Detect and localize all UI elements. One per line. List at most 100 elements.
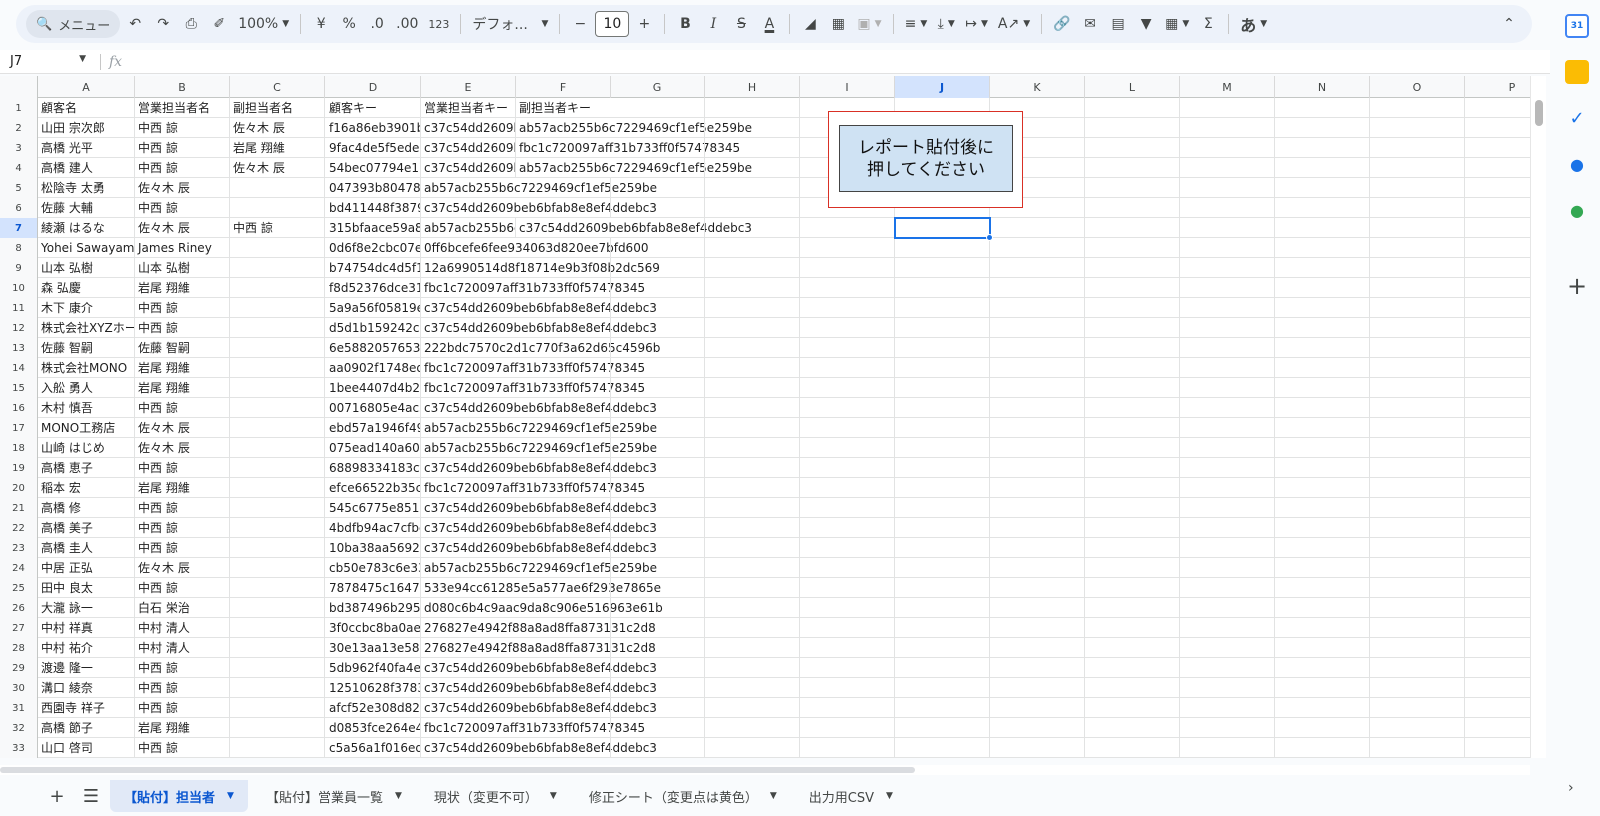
cell[interactable]	[610, 518, 705, 538]
cell[interactable]	[705, 598, 800, 618]
cell[interactable]: 岩尾 翔維	[135, 278, 230, 298]
cell[interactable]	[705, 398, 800, 418]
cell[interactable]	[1370, 318, 1465, 338]
cell[interactable]	[610, 98, 705, 118]
cell[interactable]	[1370, 198, 1465, 218]
cell[interactable]	[1275, 658, 1370, 678]
cell[interactable]	[516, 598, 611, 618]
cell[interactable]	[1180, 418, 1275, 438]
cell[interactable]: 533e94cc61285e5a577ae6f293e7865e	[421, 578, 661, 598]
calendar-icon[interactable]: 31	[1565, 14, 1589, 38]
cell[interactable]: 綾瀬 はるな	[38, 218, 135, 238]
cell[interactable]: 222bdc7570c2d1c770f3a62d65c4596b	[421, 338, 660, 358]
cell[interactable]: f16a86eb3901bb	[326, 118, 421, 138]
horizontal-align-icon[interactable]: ≡ ▼	[901, 10, 932, 38]
cell[interactable]	[1085, 398, 1180, 418]
sheet-tab[interactable]: 修正シート（変更点は黄色） ▼	[575, 780, 791, 812]
currency-format-button[interactable]: ¥	[308, 10, 334, 38]
cell[interactable]: 高橋 恵子	[38, 458, 135, 478]
cell[interactable]: 3f0ccbc8ba0aec	[326, 618, 421, 638]
cell[interactable]: 顧客キー	[326, 98, 421, 118]
cell[interactable]: 岩尾 翔維	[230, 138, 325, 158]
cell[interactable]	[1085, 258, 1180, 278]
cell[interactable]	[230, 638, 325, 658]
cell[interactable]	[1275, 718, 1370, 738]
row-header[interactable]: 25	[0, 578, 38, 598]
maps-icon[interactable]: ●	[1565, 198, 1589, 222]
cell[interactable]	[1085, 578, 1180, 598]
cell[interactable]: 0ff6bcefe6fee934063d820ee7bfd600	[421, 238, 648, 258]
cell[interactable]	[230, 378, 325, 398]
cell[interactable]: fbc1c720097aff31b733ff0f57478345	[421, 378, 645, 398]
cell[interactable]: 佐々木 辰	[135, 558, 230, 578]
cell[interactable]: 白石 栄治	[135, 598, 230, 618]
row-header[interactable]: 29	[0, 658, 38, 678]
keep-icon[interactable]	[1565, 60, 1589, 84]
cell[interactable]	[705, 298, 800, 318]
cell[interactable]: b74754dc4d5f1b	[326, 258, 421, 278]
cell[interactable]: 12a6990514d8f18714e9b3f08b2dc569	[421, 258, 660, 278]
cell[interactable]	[610, 538, 705, 558]
cell[interactable]	[800, 318, 895, 338]
cell[interactable]: c37c54dd2609be	[421, 118, 516, 138]
cell[interactable]	[1085, 298, 1180, 318]
row-header[interactable]: 12	[0, 318, 38, 338]
cell[interactable]: bd387496b2954	[326, 598, 421, 618]
cell[interactable]: 岩尾 翔維	[135, 718, 230, 738]
cell[interactable]	[230, 678, 325, 698]
cell[interactable]: 顧客名	[38, 98, 135, 118]
cell[interactable]	[1370, 298, 1465, 318]
cell[interactable]	[516, 418, 611, 438]
collapse-side-panel-icon[interactable]: ›	[1568, 780, 1574, 796]
cell[interactable]	[705, 498, 800, 518]
cell[interactable]	[1275, 378, 1370, 398]
cell[interactable]	[516, 478, 611, 498]
cell[interactable]	[1180, 278, 1275, 298]
cell[interactable]	[990, 458, 1085, 478]
cell[interactable]	[230, 338, 325, 358]
text-wrap-icon[interactable]: ↦ ▼	[961, 10, 992, 38]
text-color-button[interactable]: A	[756, 10, 782, 38]
cell[interactable]: 54bec07794e176	[326, 158, 421, 178]
cell[interactable]	[1085, 618, 1180, 638]
row-header[interactable]: 22	[0, 518, 38, 538]
cell[interactable]	[1180, 578, 1275, 598]
cell[interactable]	[895, 378, 990, 398]
cell[interactable]: 5a9a56f05819e7	[326, 298, 421, 318]
cell[interactable]	[1085, 598, 1180, 618]
vertical-scrollbar[interactable]	[1530, 76, 1546, 758]
cell[interactable]: fbc1c720097aff31b733ff0f57478345	[516, 138, 740, 158]
cell[interactable]	[705, 158, 800, 178]
strikethrough-button[interactable]: S	[728, 10, 754, 38]
cell[interactable]: 中西 諒	[135, 578, 230, 598]
merge-cells-icon[interactable]: ▣ ▼	[853, 10, 885, 38]
column-header-h[interactable]: H	[705, 76, 800, 98]
cell[interactable]	[800, 358, 895, 378]
cell[interactable]	[800, 378, 895, 398]
cell[interactable]	[1275, 418, 1370, 438]
cell[interactable]	[610, 618, 705, 638]
row-header[interactable]: 1	[0, 98, 38, 118]
cell[interactable]: ab57acb255b6c7229469cf1ef5e259be	[516, 158, 752, 178]
cell[interactable]	[1085, 198, 1180, 218]
cell[interactable]	[895, 738, 990, 758]
cell[interactable]	[705, 718, 800, 738]
cell[interactable]	[895, 478, 990, 498]
cell[interactable]: 276827e4942f88a8ad8ffa873131c2d8	[421, 638, 656, 658]
cell[interactable]	[610, 198, 705, 218]
cell[interactable]	[1085, 738, 1180, 758]
cell[interactable]	[1180, 338, 1275, 358]
cell[interactable]	[895, 358, 990, 378]
cell[interactable]: 5db962f40fa4e0	[326, 658, 421, 678]
cell[interactable]	[610, 658, 705, 678]
cell[interactable]	[1465, 318, 1530, 338]
cell[interactable]	[1085, 158, 1180, 178]
cell[interactable]	[1465, 198, 1530, 218]
caret-down-icon[interactable]: ▼	[770, 791, 777, 801]
cell[interactable]: 4bdfb94ac7cfbc	[326, 518, 421, 538]
cell[interactable]	[1085, 538, 1180, 558]
cell[interactable]	[1275, 338, 1370, 358]
cell[interactable]: 山田 宗次郎	[38, 118, 135, 138]
cell[interactable]: fbc1c720097aff31b733ff0f57478345	[421, 718, 645, 738]
cell[interactable]	[1465, 478, 1530, 498]
